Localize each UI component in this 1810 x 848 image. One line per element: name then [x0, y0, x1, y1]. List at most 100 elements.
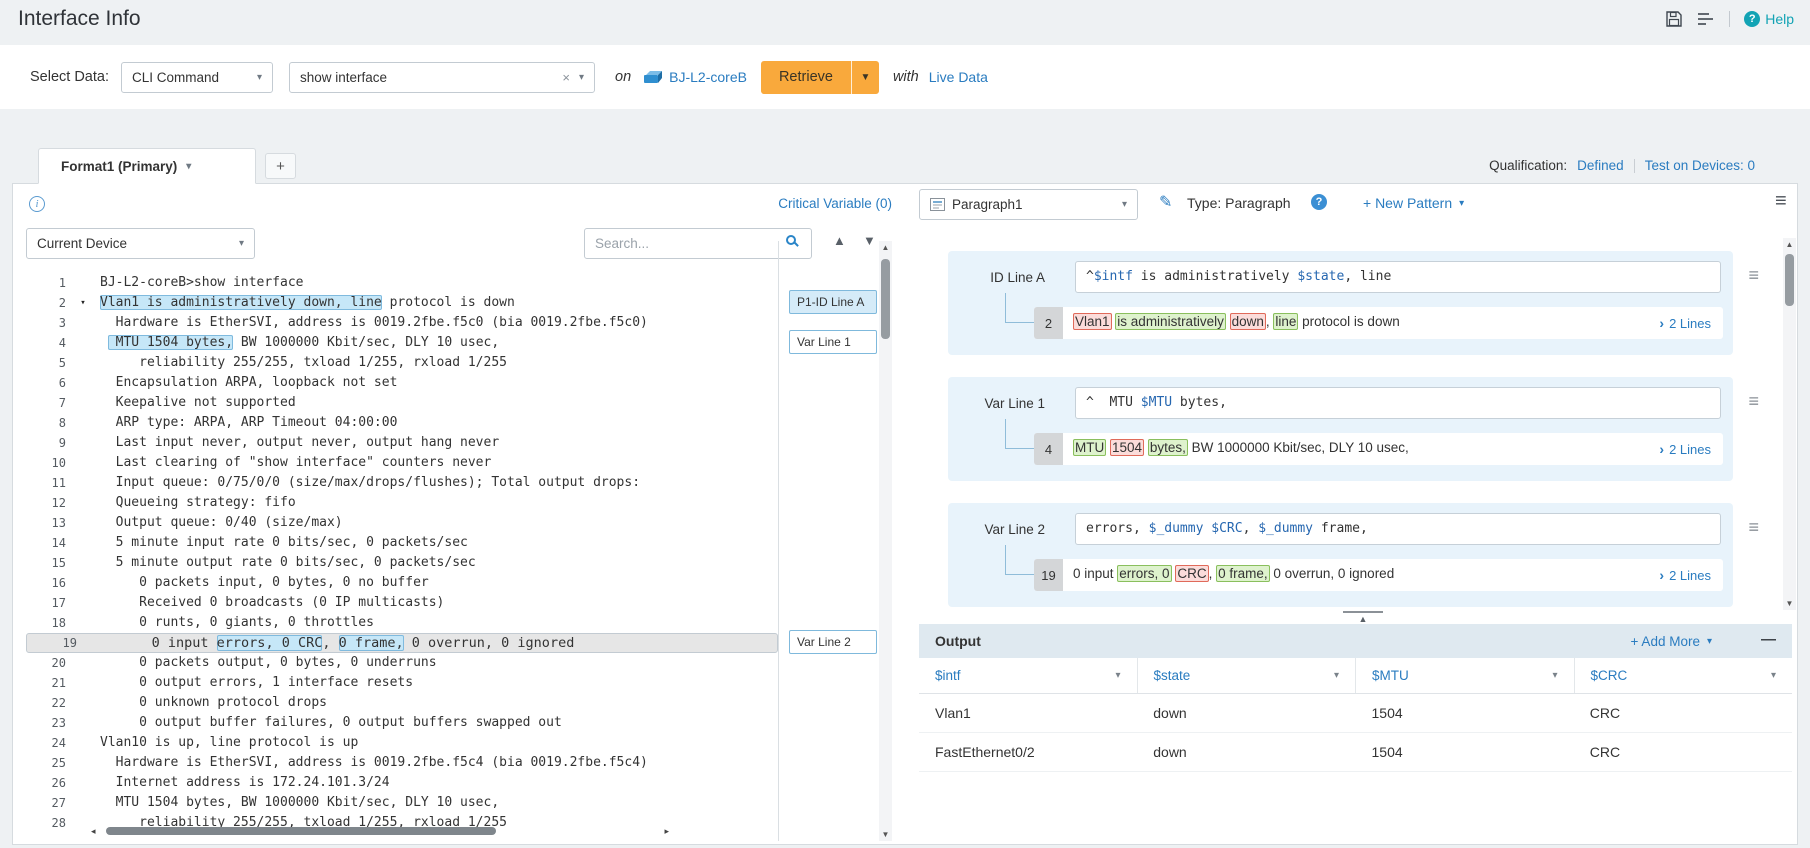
pattern-line-label[interactable]: Var Line 1	[789, 330, 877, 354]
line-number: 20	[26, 653, 66, 673]
output-column-header[interactable]: $intf▾	[919, 658, 1138, 693]
code-line[interactable]: 14 5 minute input rate 0 bits/sec, 0 pac…	[26, 533, 778, 553]
search-prev-button[interactable]: ▲	[833, 233, 846, 248]
scrollbar-thumb[interactable]	[881, 259, 890, 339]
device-selector[interactable]: Current Device ▾	[26, 228, 255, 259]
pattern-selector[interactable]: Paragraph1 ▾	[919, 189, 1138, 220]
code-line[interactable]: 24Vlan10 is up, line protocol is up	[26, 733, 778, 753]
add-more-link[interactable]: + Add More ▾	[1631, 634, 1712, 649]
expand-lines-link[interactable]: ›2 Lines	[1659, 559, 1723, 591]
scroll-right-icon[interactable]: ▸	[664, 826, 669, 837]
code-segment: errors, 0 CRC	[217, 635, 323, 651]
output-column-header[interactable]: $state▾	[1138, 658, 1357, 693]
column-variable: $state	[1154, 668, 1191, 683]
code-line[interactable]: 1BJ-L2-coreB>show interface	[26, 273, 778, 293]
add-tab-button[interactable]: +	[265, 153, 296, 179]
code-segment: 0 frame,	[339, 635, 404, 651]
fold-icon[interactable]: ▾	[66, 293, 100, 313]
save-icon[interactable]	[1665, 10, 1683, 28]
vertical-scrollbar[interactable]: ▲ ▼	[879, 241, 892, 841]
minimize-icon[interactable]: —	[1761, 631, 1776, 648]
scroll-up-icon[interactable]: ▲	[1783, 240, 1796, 249]
pattern-regex-input[interactable]: errors, $_dummy $CRC, $_dummy frame,	[1075, 513, 1721, 545]
command-input[interactable]	[300, 70, 562, 85]
expand-lines-link[interactable]: ›2 Lines	[1659, 433, 1723, 465]
pattern-icon	[930, 198, 945, 211]
code-line[interactable]: 20 0 packets output, 0 bytes, 0 underrun…	[26, 653, 778, 673]
regex-segment: ,	[1243, 521, 1259, 536]
on-label: on	[615, 69, 631, 85]
scroll-down-icon[interactable]: ▼	[879, 830, 892, 839]
code-line[interactable]: 4 MTU 1504 bytes, BW 1000000 Kbit/sec, D…	[26, 333, 778, 353]
pattern-scrollbar[interactable]: ▲ ▼	[1783, 238, 1796, 610]
code-line[interactable]: 13 Output queue: 0/40 (size/max)	[26, 513, 778, 533]
clear-icon[interactable]: ×	[562, 70, 570, 85]
code-line[interactable]: 7 Keepalive not supported	[26, 393, 778, 413]
column-variable: $MTU	[1372, 668, 1409, 683]
expand-lines-link[interactable]: ›2 Lines	[1659, 307, 1723, 339]
scroll-up-icon[interactable]: ▲	[879, 243, 892, 252]
code-line[interactable]: 22 0 unknown protocol drops	[26, 693, 778, 713]
code-line[interactable]: 5 reliability 255/255, txload 1/255, rxl…	[26, 353, 778, 373]
pattern-menu-icon[interactable]: ≡	[1748, 517, 1759, 538]
horizontal-scrollbar[interactable]: ◂ ▸	[91, 825, 669, 838]
pattern-line-label[interactable]: P1-ID Line A	[789, 290, 877, 314]
code-line[interactable]: 12 Queueing strategy: fifo	[26, 493, 778, 513]
code-line[interactable]: 3 Hardware is EtherSVI, address is 0019.…	[26, 313, 778, 333]
regex-segment: ^	[1086, 269, 1094, 284]
tab-format1[interactable]: Format1 (Primary) ▾	[38, 148, 256, 184]
live-data-link[interactable]: Live Data	[929, 69, 988, 85]
code-line[interactable]: 23 0 output buffer failures, 0 output bu…	[26, 713, 778, 733]
retrieve-button[interactable]: Retrieve ▼	[761, 61, 879, 94]
search-next-button[interactable]: ▼	[863, 233, 876, 248]
scrollbar-thumb[interactable]	[1785, 254, 1794, 306]
log-list-icon[interactable]	[1697, 11, 1715, 27]
toolbar: Select Data: CLI Command ▾ × ▾ on BJ-L2-…	[0, 45, 1810, 109]
code-segment: 5 minute input rate 0 bits/sec, 0 packet…	[100, 535, 468, 550]
pattern-menu-icon[interactable]: ≡	[1748, 265, 1759, 286]
pattern-line-label[interactable]: Var Line 2	[789, 630, 877, 654]
chevron-down-icon[interactable]: ▼	[852, 72, 879, 83]
match-segment: ,	[1209, 566, 1217, 581]
qualification-defined-link[interactable]: Defined	[1577, 158, 1624, 173]
chevron-down-icon[interactable]: ▾	[579, 72, 584, 83]
code-line[interactable]: 6 Encapsulation ARPA, loopback not set	[26, 373, 778, 393]
edit-pencil-icon[interactable]: ✎	[1159, 192, 1172, 212]
critical-variable-link[interactable]: Critical Variable (0)	[38, 196, 892, 211]
scrollbar-thumb[interactable]	[106, 827, 496, 835]
pattern-regex-input[interactable]: ^$intf is administratively $state, line	[1075, 261, 1721, 293]
code-line[interactable]: 9 Last input never, output never, output…	[26, 433, 778, 453]
menu-icon[interactable]: ≡	[1775, 190, 1787, 213]
scroll-left-icon[interactable]: ◂	[91, 826, 96, 837]
device-link[interactable]: BJ-L2-coreB	[643, 69, 747, 85]
test-on-devices-link[interactable]: Test on Devices: 0	[1645, 158, 1755, 173]
code-line[interactable]: 25 Hardware is EtherSVI, address is 0019…	[26, 753, 778, 773]
match-text: Vlan1 is administratively down, line pro…	[1063, 307, 1659, 339]
code-line[interactable]: 15 5 minute output rate 0 bits/sec, 0 pa…	[26, 553, 778, 573]
code-text: Queueing strategy: fifo	[100, 493, 296, 513]
code-line[interactable]: 26 Internet address is 172.24.101.3/24	[26, 773, 778, 793]
help-button[interactable]: ? Help	[1744, 11, 1794, 27]
code-line[interactable]: 8 ARP type: ARPA, ARP Timeout 04:00:00	[26, 413, 778, 433]
pattern-regex-input[interactable]: ^ MTU $MTU bytes,	[1075, 387, 1721, 419]
code-line[interactable]: 18 0 runts, 0 giants, 0 throttles	[26, 613, 778, 633]
code-line[interactable]: 27 MTU 1504 bytes, BW 1000000 Kbit/sec, …	[26, 793, 778, 813]
code-line[interactable]: 19 0 input errors, 0 CRC, 0 frame, 0 ove…	[26, 633, 778, 653]
pattern-menu-icon[interactable]: ≡	[1748, 391, 1759, 412]
code-line[interactable]: 21 0 output errors, 1 interface resets	[26, 673, 778, 693]
scroll-down-icon[interactable]: ▼	[1783, 599, 1796, 608]
code-line[interactable]: 11 Input queue: 0/75/0/0 (size/max/drops…	[26, 473, 778, 493]
data-type-select[interactable]: CLI Command ▾	[121, 62, 273, 93]
output-column-header[interactable]: $CRC▾	[1575, 658, 1793, 693]
output-column-header[interactable]: $MTU▾	[1356, 658, 1575, 693]
question-icon[interactable]: ?	[1311, 194, 1327, 210]
code-line[interactable]: 17 Received 0 broadcasts (0 IP multicast…	[26, 593, 778, 613]
code-line[interactable]: 2▾Vlan1 is administratively down, line p…	[26, 293, 778, 313]
command-combo[interactable]: × ▾	[289, 62, 595, 93]
code-line[interactable]: 16 0 packets input, 0 bytes, 0 no buffer	[26, 573, 778, 593]
code-line[interactable]: 10 Last clearing of "show interface" cou…	[26, 453, 778, 473]
collapse-panel-icon[interactable]: ▲	[1343, 611, 1383, 624]
search-icon[interactable]	[786, 235, 796, 245]
output-panel: Output + Add More ▾ — $intf▾$state▾$MTU▾…	[919, 624, 1792, 843]
new-pattern-link[interactable]: + New Pattern ▾	[1363, 195, 1464, 211]
